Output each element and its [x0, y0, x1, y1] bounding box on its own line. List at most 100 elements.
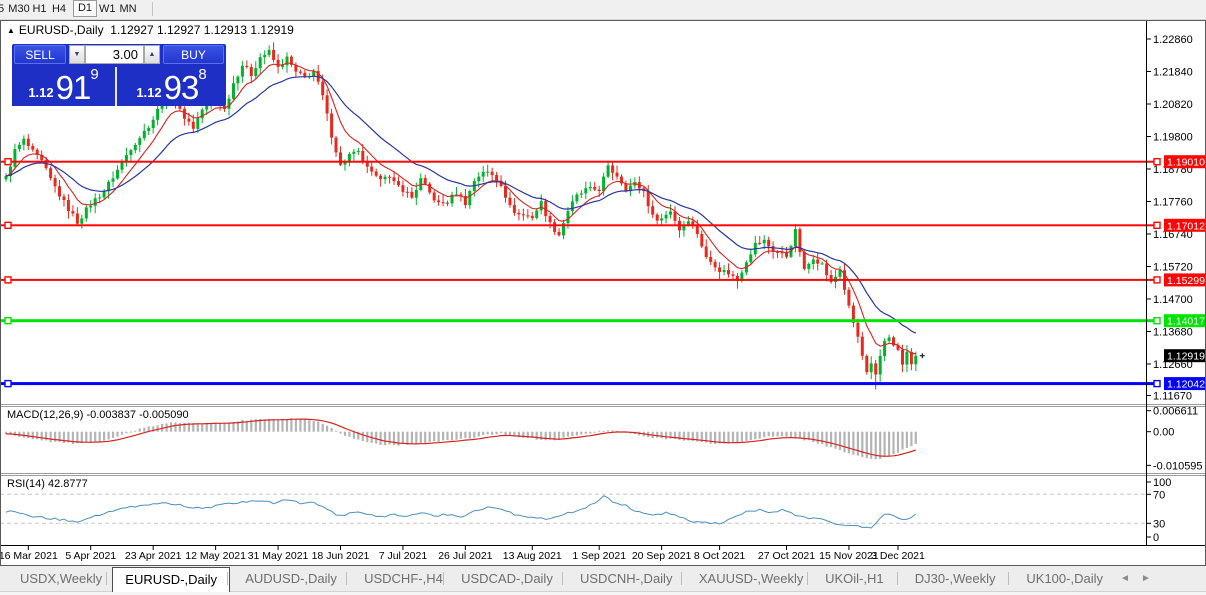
tab-separator: [807, 572, 809, 585]
svg-text:1.22860: 1.22860: [1153, 34, 1193, 46]
hline-1.17012: [0, 224, 1160, 227]
chevron-up-icon: ▲: [148, 51, 156, 58]
tab-separator: [562, 572, 563, 585]
hline-handle-1.15299: [1153, 276, 1161, 284]
sell-price-sup: 9: [90, 66, 99, 83]
hline-price-label: 1.14017: [1167, 316, 1205, 328]
tab-separator: [896, 572, 898, 585]
timeframe-toolbar: 5 M30 H1 H4 D1 W1 MN: [0, 0, 1206, 20]
tab-separator: [106, 572, 108, 585]
hline-price-label: 1.17012: [1167, 220, 1205, 232]
macd-axis-label: 0.00: [1153, 427, 1174, 439]
date-label: 20 Sep 2021: [632, 550, 692, 562]
hline-handle-1.14017: [4, 317, 12, 325]
timeframe-button-m30[interactable]: M30: [8, 1, 30, 17]
symbol-period-label: EURUSD-,Daily: [18, 23, 104, 37]
tab-separator: [443, 572, 445, 585]
volume-input[interactable]: 3.00: [85, 45, 144, 64]
volume-increase-button[interactable]: ▲: [144, 45, 160, 64]
rsi-indicator-label: RSI(14) 42.8777: [7, 478, 88, 490]
svg-text:1.15720: 1.15720: [1153, 262, 1193, 274]
panel-divider: [0, 473, 1206, 474]
svg-text:1.13680: 1.13680: [1153, 327, 1193, 339]
date-label: 8 Oct 2021: [694, 550, 746, 562]
hline-handle-1.17012: [4, 221, 12, 230]
tab-separator: [227, 572, 229, 585]
timeframe-button-w1[interactable]: W1: [99, 1, 116, 17]
sell-price-display[interactable]: 1.12 91 9: [12, 67, 117, 106]
tab-separator: [346, 572, 348, 585]
tab-scroll-right-icon[interactable]: ►: [1141, 573, 1151, 585]
chart-window: 1.22860 1.21840 1.20820 1.19800 1.18780 1.177…: [0, 20, 1206, 566]
svg-text:1.19800: 1.19800: [1153, 132, 1193, 144]
tab-separator: [1008, 572, 1010, 585]
panel-divider: [0, 475, 1206, 476]
chevron-down-icon: ▼: [73, 51, 81, 58]
panel-divider: [0, 406, 1206, 407]
buy-price-small: 1.12: [136, 85, 162, 100]
svg-text:1.21840: 1.21840: [1153, 67, 1193, 79]
macd-indicator-label: MACD(12,26,9) -0.003837 -0.005090: [7, 409, 189, 421]
timeframe-button-mn[interactable]: MN: [119, 1, 137, 17]
date-label: 18 Jun 2021: [312, 550, 370, 562]
rsi-axis-label: 30: [1153, 518, 1165, 530]
date-label: 12 May 2021: [185, 550, 246, 562]
rsi-axis-label: 100: [1153, 477, 1171, 489]
date-label: 15 Nov 2021: [819, 550, 879, 562]
tab-scroll-left-icon[interactable]: ◄: [1120, 573, 1130, 585]
timeframe-button-5[interactable]: 5: [0, 1, 6, 17]
chart-title: ▲ EURUSD-,Daily 1.12927 1.12927 1.12913 1…: [7, 23, 294, 37]
hline-price-label: 1.19010: [1167, 157, 1205, 169]
symbol-tabbar: ◄ ► USDX,Weekly EURUSD-,Daily AUDUSD-,Dail…: [0, 566, 1206, 592]
timeframe-button-h4[interactable]: H4: [51, 1, 67, 17]
date-label: 1 Sep 2021: [572, 550, 626, 562]
tab-ukoilh1[interactable]: UKOil-,H1: [813, 568, 896, 590]
buy-price-big: 93: [163, 69, 200, 106]
one-click-trade-panel: SELL ▼ 3.00 ▲ BUY 1.12 91 9 1.12 93 8: [12, 44, 226, 106]
hline-1.15299: [0, 278, 1160, 281]
tab-audusddaily[interactable]: AUDUSD-,Daily: [233, 568, 349, 590]
date-label: 13 Aug 2021: [503, 550, 562, 562]
buy-button[interactable]: BUY: [163, 45, 224, 64]
hline-price-label: 1.12042: [1167, 379, 1205, 391]
hline-price-label: 1.15299: [1167, 275, 1205, 287]
tab-eurusddaily[interactable]: EURUSD-,Daily: [112, 567, 231, 592]
hline-handle-1.17012: [1153, 221, 1161, 230]
date-label: 26 Jul 2021: [438, 550, 492, 562]
sell-button[interactable]: SELL: [14, 45, 66, 64]
svg-text:1.17760: 1.17760: [1153, 197, 1193, 209]
tab-usdcnhdaily[interactable]: USDCNH-,Daily: [568, 568, 684, 590]
collapse-triangle-icon[interactable]: ▲: [7, 26, 15, 35]
macd-axis-label: 0.006611: [1153, 406, 1198, 418]
date-label: 27 Oct 2021: [758, 550, 815, 562]
svg-text:1.14700: 1.14700: [1153, 294, 1193, 306]
tab-usdxweekly[interactable]: USDX,Weekly: [8, 568, 114, 590]
tab-dj30weekly[interactable]: DJ30-,Weekly: [903, 568, 1008, 590]
buy-price-sup: 8: [198, 66, 207, 83]
volume-decrease-button[interactable]: ▼: [69, 45, 85, 64]
svg-text:1.11670: 1.11670: [1153, 391, 1192, 403]
macd-axis-label: -0.010595: [1153, 460, 1203, 472]
svg-text:1.20820: 1.20820: [1153, 99, 1193, 111]
hline-handle-1.12042: [4, 379, 12, 388]
tab-usdchfh4[interactable]: USDCHF-,H4: [352, 568, 455, 590]
tab-xauusdweekly[interactable]: XAUUSD-,Weekly: [687, 568, 816, 590]
hline-handle-1.12042: [1153, 379, 1161, 388]
tab-uk100daily[interactable]: UK100-,Daily: [1014, 568, 1115, 590]
hline-handle-1.19010: [4, 157, 12, 166]
date-label: 16 Mar 2021: [0, 550, 58, 562]
timeframe-button-d1[interactable]: D1: [73, 0, 97, 17]
panel-divider: [0, 404, 1206, 405]
toolbar-separator: [152, 2, 153, 16]
sell-price-big: 91: [55, 69, 92, 106]
hline-1.12042: [0, 382, 1160, 386]
hline-handle-1.15299: [4, 276, 12, 284]
date-label: 3 Dec 2021: [871, 550, 925, 562]
date-label: 23 Apr 2021: [125, 550, 182, 562]
rsi-axis-label: 0: [1153, 532, 1159, 544]
buy-price-display[interactable]: 1.12 93 8: [119, 67, 224, 106]
rsi-axis-label: 70: [1153, 489, 1165, 501]
timeframe-button-h1[interactable]: H1: [32, 1, 47, 17]
tab-usdcaddaily[interactable]: USDCAD-,Daily: [449, 568, 565, 590]
trade-panel-controls: SELL ▼ 3.00 ▲ BUY: [12, 44, 226, 65]
